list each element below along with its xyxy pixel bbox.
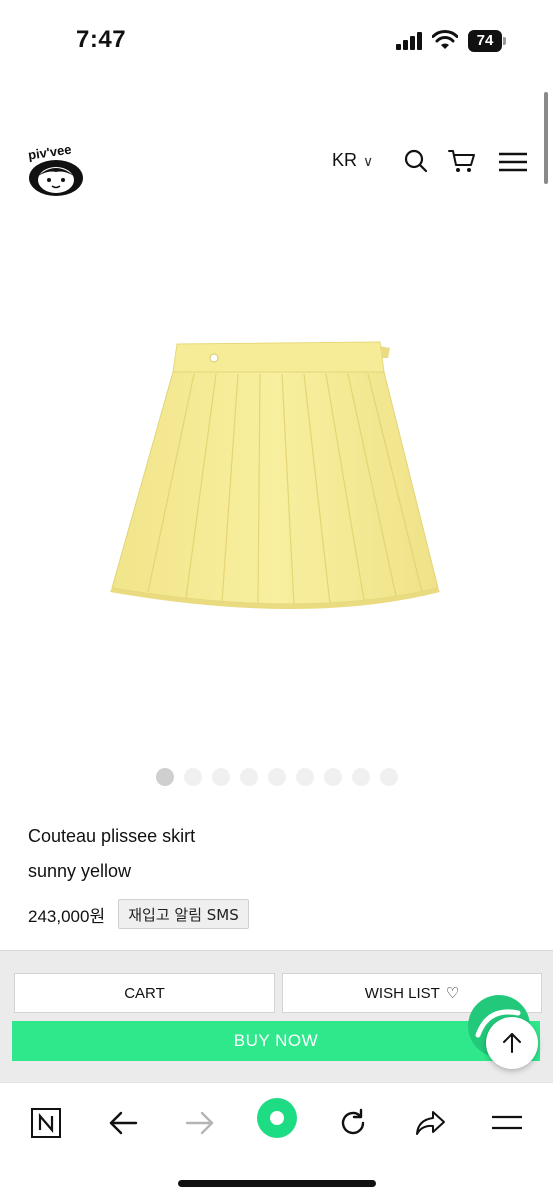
home-indicator — [178, 1180, 376, 1187]
browser-menu-icon[interactable] — [487, 1103, 527, 1143]
carousel-dot[interactable] — [268, 768, 286, 786]
cart-icon[interactable] — [448, 148, 476, 174]
share-icon[interactable] — [410, 1103, 450, 1143]
home-icon[interactable] — [256, 1097, 298, 1139]
buy-now-button[interactable]: BUY NOW — [12, 1021, 540, 1061]
reload-icon[interactable] — [333, 1103, 373, 1143]
purchase-action-bar: CART WISH LIST ♡ BUY NOW — [0, 950, 553, 1082]
wifi-icon — [432, 30, 458, 49]
carousel-dot[interactable] — [240, 768, 258, 786]
forward-icon[interactable] — [180, 1103, 220, 1143]
carousel-dot[interactable] — [380, 768, 398, 786]
chevron-down-icon: ∨ — [363, 153, 374, 169]
carousel-dot-active[interactable] — [156, 768, 174, 786]
language-label: KR — [332, 150, 358, 170]
battery-icon: 74 — [468, 30, 506, 52]
restock-alert-button[interactable]: 재입고 알림 SMS — [118, 899, 249, 929]
language-selector[interactable]: KR ∨ — [332, 150, 373, 171]
product-image[interactable] — [100, 330, 450, 630]
site-header: piv'vee KR ∨ — [0, 120, 553, 200]
arrow-up-icon — [503, 1033, 521, 1053]
battery-level: 74 — [468, 30, 502, 52]
carousel-dots — [156, 768, 398, 788]
carousel-dot[interactable] — [352, 768, 370, 786]
wishlist-label: WISH LIST — [364, 984, 440, 1002]
carousel-dot[interactable] — [184, 768, 202, 786]
carousel-dot[interactable] — [324, 768, 342, 786]
naver-icon[interactable] — [26, 1103, 66, 1143]
carousel-dot[interactable] — [296, 768, 314, 786]
status-bar: 7:47 74 — [0, 0, 553, 84]
search-icon[interactable] — [404, 148, 428, 174]
back-icon[interactable] — [103, 1103, 143, 1143]
cellular-signal-icon — [396, 32, 422, 50]
status-time: 7:47 — [76, 26, 127, 53]
menu-icon[interactable] — [498, 152, 528, 172]
product-color: sunny yellow — [28, 861, 132, 881]
logo-text: piv'vee — [27, 142, 72, 163]
product-price: 243,000원 — [28, 907, 106, 926]
carousel-dot[interactable] — [212, 768, 230, 786]
heart-icon: ♡ — [445, 985, 460, 1002]
brand-logo[interactable]: piv'vee — [24, 134, 90, 206]
cart-button[interactable]: CART — [14, 973, 275, 1013]
scroll-top-button[interactable] — [486, 1017, 538, 1069]
product-name: Couteau plissee skirt — [28, 826, 196, 846]
